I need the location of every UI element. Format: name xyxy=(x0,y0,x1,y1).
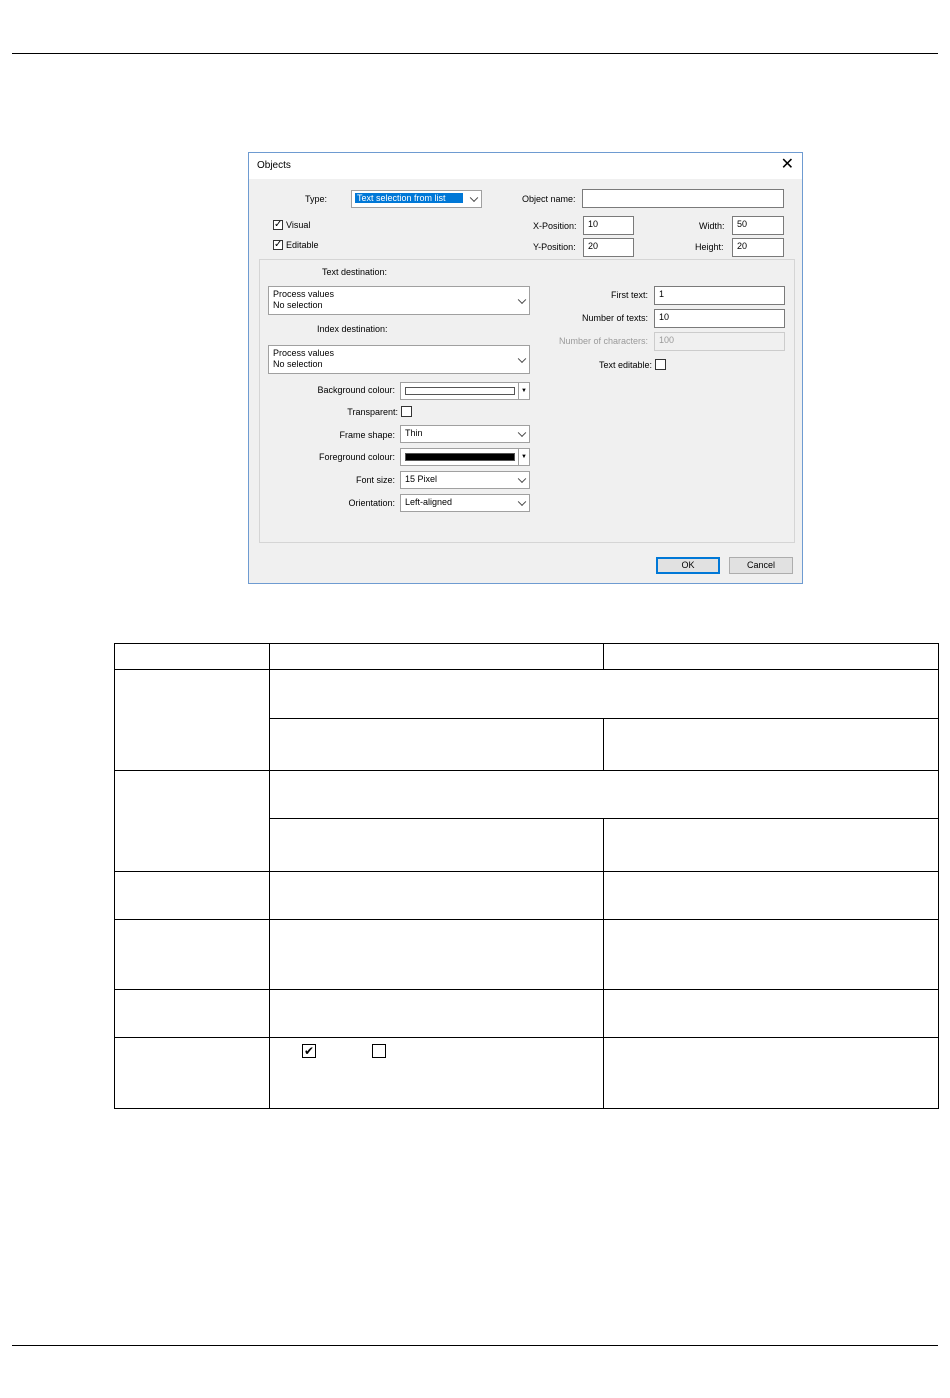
font-size-select[interactable]: 15 Pixel xyxy=(400,471,530,489)
transparent-label: Transparent: xyxy=(347,407,398,417)
table-cell xyxy=(114,770,270,872)
table-row xyxy=(114,989,939,1038)
table-cell xyxy=(269,1037,604,1109)
text-editable-label: Text editable: xyxy=(598,360,652,370)
type-label: Type: xyxy=(305,194,328,204)
index-destination-line1: Process values xyxy=(273,348,335,358)
table-row xyxy=(114,1037,939,1109)
frame-shape-label: Frame shape: xyxy=(339,430,395,440)
table-cell xyxy=(114,1037,270,1109)
x-position-label: X-Position: xyxy=(533,221,577,231)
object-name-input[interactable] xyxy=(582,189,784,208)
table-cell xyxy=(269,770,939,819)
x-position-input[interactable]: 10 xyxy=(583,216,634,235)
y-position-label: Y-Position: xyxy=(533,242,576,252)
table-cell xyxy=(603,989,939,1038)
text-destination-label: Text destination: xyxy=(322,267,388,277)
chevron-down-icon xyxy=(517,474,527,484)
picker-divider xyxy=(518,449,519,465)
top-rule xyxy=(12,53,938,54)
orientation-value: Left-aligned xyxy=(405,497,453,507)
background-colour-picker[interactable]: ▼ xyxy=(400,382,530,400)
type-select[interactable]: Text selection from list xyxy=(351,190,482,208)
background-colour-swatch xyxy=(405,387,515,395)
frame-shape-select[interactable]: Thin xyxy=(400,425,530,443)
number-of-characters-input: 100 xyxy=(654,332,785,351)
bottom-rule xyxy=(12,1345,938,1346)
table-row xyxy=(114,871,939,920)
visual-checkbox[interactable]: ✓ xyxy=(273,220,283,230)
visual-label: Visual xyxy=(286,220,311,230)
height-label: Height: xyxy=(695,242,724,252)
number-of-texts-input[interactable]: 10 xyxy=(654,309,785,328)
first-text-label: First text: xyxy=(610,290,648,300)
frame-shape-value: Thin xyxy=(405,428,423,438)
table-cell xyxy=(269,919,604,990)
table-cell xyxy=(269,643,604,670)
editable-checkbox[interactable]: ✓ xyxy=(273,240,283,250)
index-destination-label: Index destination: xyxy=(317,324,388,334)
table-cell xyxy=(114,919,270,990)
table-header-row xyxy=(114,643,939,670)
orientation-select[interactable]: Left-aligned xyxy=(400,494,530,512)
first-text-input[interactable]: 1 xyxy=(654,286,785,305)
editable-label: Editable xyxy=(286,240,319,250)
text-editable-checkbox[interactable] xyxy=(655,359,666,370)
table-cell xyxy=(114,669,270,771)
type-select-value: Text selection from list xyxy=(355,193,463,203)
foreground-colour-label: Foreground colour: xyxy=(318,452,395,462)
dialog-title: Objects xyxy=(257,160,291,171)
text-destination-select[interactable]: Process values No selection xyxy=(268,286,530,315)
font-size-label: Font size: xyxy=(355,475,395,485)
objects-dialog: Objects ✕ Type: Text selection from list… xyxy=(248,152,803,584)
table-cell xyxy=(603,718,939,771)
table-cell xyxy=(114,643,270,670)
foreground-colour-picker[interactable]: ▼ xyxy=(400,448,530,466)
width-input[interactable]: 50 xyxy=(732,216,784,235)
font-size-value: 15 Pixel xyxy=(405,474,438,484)
object-name-label: Object name: xyxy=(522,194,576,204)
number-of-characters-label: Number of characters: xyxy=(558,336,648,346)
parameter-table xyxy=(114,643,939,1109)
table-row xyxy=(114,770,939,872)
table-cell xyxy=(603,1037,939,1109)
ok-button[interactable]: OK xyxy=(656,557,720,574)
table-cell xyxy=(603,919,939,990)
chevron-down-icon xyxy=(517,497,527,507)
table-cell xyxy=(269,669,939,719)
y-position-input[interactable]: 20 xyxy=(583,238,634,257)
text-destination-line2: No selection xyxy=(273,300,323,310)
dialog-titlebar: Objects ✕ xyxy=(249,153,802,179)
table-cell xyxy=(603,818,939,872)
transparent-checkbox[interactable] xyxy=(401,406,412,417)
chevron-down-icon xyxy=(469,193,479,203)
height-input[interactable]: 20 xyxy=(732,238,784,257)
orientation-label: Orientation: xyxy=(348,498,395,508)
cancel-button[interactable]: Cancel xyxy=(729,557,793,574)
index-destination-line2: No selection xyxy=(273,359,323,369)
chevron-down-icon xyxy=(517,428,527,438)
table-cell xyxy=(269,818,604,872)
background-colour-label: Background colour: xyxy=(317,385,395,395)
table-cell xyxy=(269,989,604,1038)
foreground-colour-swatch xyxy=(405,453,515,461)
table-cell xyxy=(269,718,604,771)
close-icon[interactable]: ✕ xyxy=(781,156,794,174)
table-cell xyxy=(114,871,270,920)
dropdown-arrow-icon: ▼ xyxy=(521,388,527,394)
table-cell xyxy=(603,643,939,670)
width-label: Width: xyxy=(699,221,725,231)
picker-divider xyxy=(518,383,519,399)
table-row xyxy=(114,919,939,990)
table-cell xyxy=(114,989,270,1038)
table-cell xyxy=(269,871,604,920)
number-of-texts-label: Number of texts: xyxy=(581,313,648,323)
index-destination-select[interactable]: Process values No selection xyxy=(268,345,530,374)
checkbox-unchecked-icon xyxy=(372,1044,386,1058)
table-row xyxy=(114,669,939,771)
checkbox-checked-icon: ✔ xyxy=(302,1044,316,1058)
text-destination-line1: Process values xyxy=(273,289,335,299)
table-cell xyxy=(603,871,939,920)
dropdown-arrow-icon: ▼ xyxy=(521,454,527,460)
